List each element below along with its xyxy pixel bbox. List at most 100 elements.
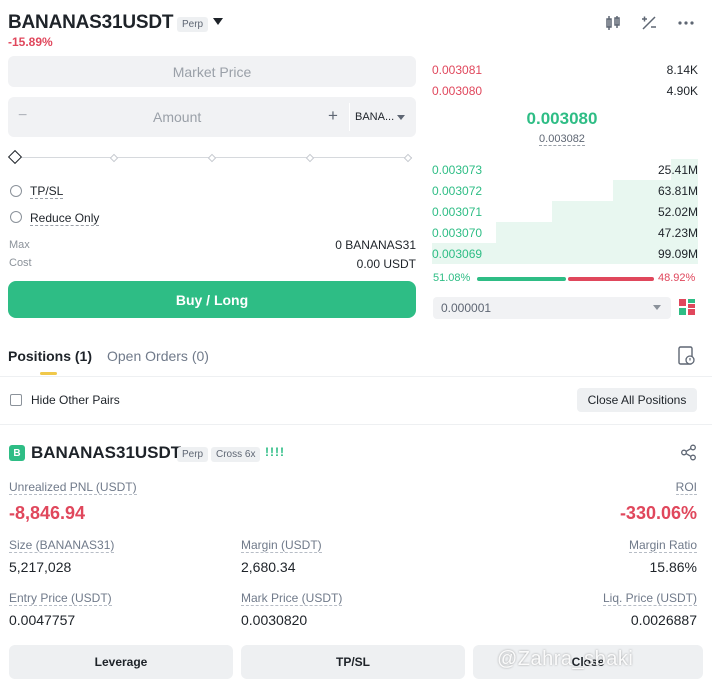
entry-price-label: Entry Price (USDT): [9, 591, 112, 606]
bid-row[interactable]: 0.003073 25.41M: [432, 159, 698, 180]
bid-row[interactable]: 0.003071 52.02M: [432, 201, 698, 222]
candlestick-icon[interactable]: [602, 12, 624, 34]
mark-price-label-text: Mark Price (USDT): [241, 591, 343, 606]
tab-active-indicator: [40, 372, 57, 375]
cost-label: Cost: [9, 257, 32, 269]
margin-value[interactable]: 2,680.34: [241, 559, 296, 575]
perp-badge: Perp: [177, 17, 209, 32]
reduce-only-label[interactable]: Reduce Only: [30, 211, 100, 226]
close-all-positions-button[interactable]: Close All Positions: [577, 388, 697, 412]
ask-qty: 4.90K: [666, 83, 698, 98]
symbol-dropdown-icon[interactable]: [213, 18, 223, 25]
price-change: -15.89%: [8, 35, 53, 49]
bid-price: 0.003071: [432, 204, 483, 219]
liq-price-label-text: Liq. Price (USDT): [602, 591, 697, 606]
reduce-only-radio[interactable]: [10, 211, 22, 223]
mark-price-value: 0.0030820: [241, 612, 308, 628]
bid-price: 0.003073: [432, 162, 483, 177]
roi-value: -330.06%: [619, 503, 697, 523]
section-divider: [0, 424, 712, 425]
mark-price-text: 0.003082: [539, 133, 585, 146]
leverage-button[interactable]: Leverage: [9, 645, 233, 679]
entry-price-label-text: Entry Price (USDT): [9, 591, 112, 606]
market-price-field[interactable]: Market Price: [8, 56, 416, 87]
position-symbol[interactable]: BANANAS31USDT: [31, 443, 181, 463]
ask-qty: 8.14K: [666, 62, 698, 77]
size-label: Size (BANANAS31): [9, 538, 115, 553]
slider-tick-25[interactable]: [109, 153, 119, 163]
share-icon[interactable]: [680, 444, 697, 461]
bid-row[interactable]: 0.003072 63.81M: [432, 180, 698, 201]
adl-indicator: !!!!: [265, 445, 285, 459]
precision-value: 0.000001: [441, 301, 492, 315]
hide-other-pairs-label[interactable]: Hide Other Pairs: [31, 393, 120, 407]
buy-long-button[interactable]: Buy / Long: [8, 281, 416, 318]
bid-row[interactable]: 0.003069 99.09M: [432, 243, 698, 264]
buy-ratio: 51.08%: [433, 272, 471, 284]
amount-field[interactable]: − Amount + BANA...: [8, 97, 416, 137]
margin-mode-badge[interactable]: Cross 6x: [211, 447, 261, 462]
tab-positions[interactable]: Positions (1): [8, 348, 92, 364]
precision-select[interactable]: 0.000001: [433, 297, 671, 319]
ask-price: 0.003080: [432, 83, 483, 98]
position-tpsl-button[interactable]: TP/SL: [241, 645, 465, 679]
history-icon[interactable]: [678, 346, 696, 366]
margin-ratio-label: Margin Ratio: [628, 538, 697, 553]
margin-label: Margin (USDT): [241, 538, 322, 553]
slider-tick-75[interactable]: [305, 153, 315, 163]
more-icon[interactable]: [675, 12, 697, 34]
reduce-only-text: Reduce Only: [30, 211, 100, 226]
max-label: Max: [9, 239, 30, 251]
bid-price: 0.003072: [432, 183, 483, 198]
amount-decrease-button[interactable]: −: [18, 107, 27, 125]
ask-row[interactable]: 0.003080 4.90K: [432, 80, 698, 101]
slider-tick-100[interactable]: [403, 153, 413, 163]
unrealized-pnl-value: -8,846.94: [9, 503, 86, 523]
size-value: 5,217,028: [9, 559, 72, 575]
unrealized-pnl-label-text: Unrealized PNL (USDT): [9, 480, 137, 495]
mark-price: 0.003082: [432, 133, 692, 146]
calculator-icon[interactable]: [638, 12, 660, 34]
sell-ratio-bar: [568, 277, 654, 281]
long-side-icon: B: [9, 445, 25, 461]
amount-unit-select[interactable]: BANA...: [355, 111, 394, 123]
roi-label-text: ROI: [675, 480, 697, 495]
liq-price-value: 0.0026887: [630, 612, 697, 628]
book-layout-icon[interactable]: [679, 299, 695, 315]
symbol-title[interactable]: BANANAS31USDT: [8, 12, 173, 34]
symbol-name: BANANAS31USDT: [8, 12, 174, 33]
cost-value: 0.00 USDT: [356, 257, 416, 271]
mark-price-label: Mark Price (USDT): [241, 591, 343, 606]
sell-ratio: 48.92%: [658, 272, 696, 284]
tpsl-text: TP/SL: [30, 184, 64, 199]
max-value: 0 BANANAS31: [335, 238, 416, 252]
unrealized-pnl-label: Unrealized PNL (USDT): [9, 480, 137, 495]
tpsl-label[interactable]: TP/SL: [30, 184, 64, 199]
amount-divider: [349, 103, 350, 131]
bid-qty: 99.09M: [657, 246, 698, 261]
bid-row[interactable]: 0.003070 47.23M: [432, 222, 698, 243]
bid-qty: 47.23M: [657, 225, 698, 240]
bid-qty: 25.41M: [657, 162, 698, 177]
size-label-text: Size (BANANAS31): [9, 538, 115, 553]
last-price: 0.003080: [526, 109, 598, 128]
unit-chevron-down-icon[interactable]: [397, 115, 405, 120]
tab-open-orders[interactable]: Open Orders (0): [107, 348, 209, 364]
watermark: @Zahra_sbaki: [497, 648, 634, 670]
slider-tick-50[interactable]: [207, 153, 217, 163]
tpsl-radio[interactable]: [10, 185, 22, 197]
position-perp-badge: Perp: [177, 447, 209, 462]
bid-qty: 52.02M: [657, 204, 698, 219]
precision-chevron-down-icon: [653, 305, 661, 310]
bid-price: 0.003069: [432, 246, 483, 261]
tabs-divider: [0, 376, 712, 377]
amount-increase-button[interactable]: +: [328, 106, 338, 126]
roi-label: ROI: [675, 480, 697, 495]
ask-price: 0.003081: [432, 62, 483, 77]
amount-input[interactable]: Amount: [153, 109, 201, 125]
hide-other-pairs-checkbox[interactable]: [10, 394, 22, 406]
slider-handle[interactable]: [7, 149, 23, 165]
bid-qty: 63.81M: [657, 183, 698, 198]
liq-price-label: Liq. Price (USDT): [602, 591, 697, 606]
ask-row[interactable]: 0.003081 8.14K: [432, 59, 698, 80]
